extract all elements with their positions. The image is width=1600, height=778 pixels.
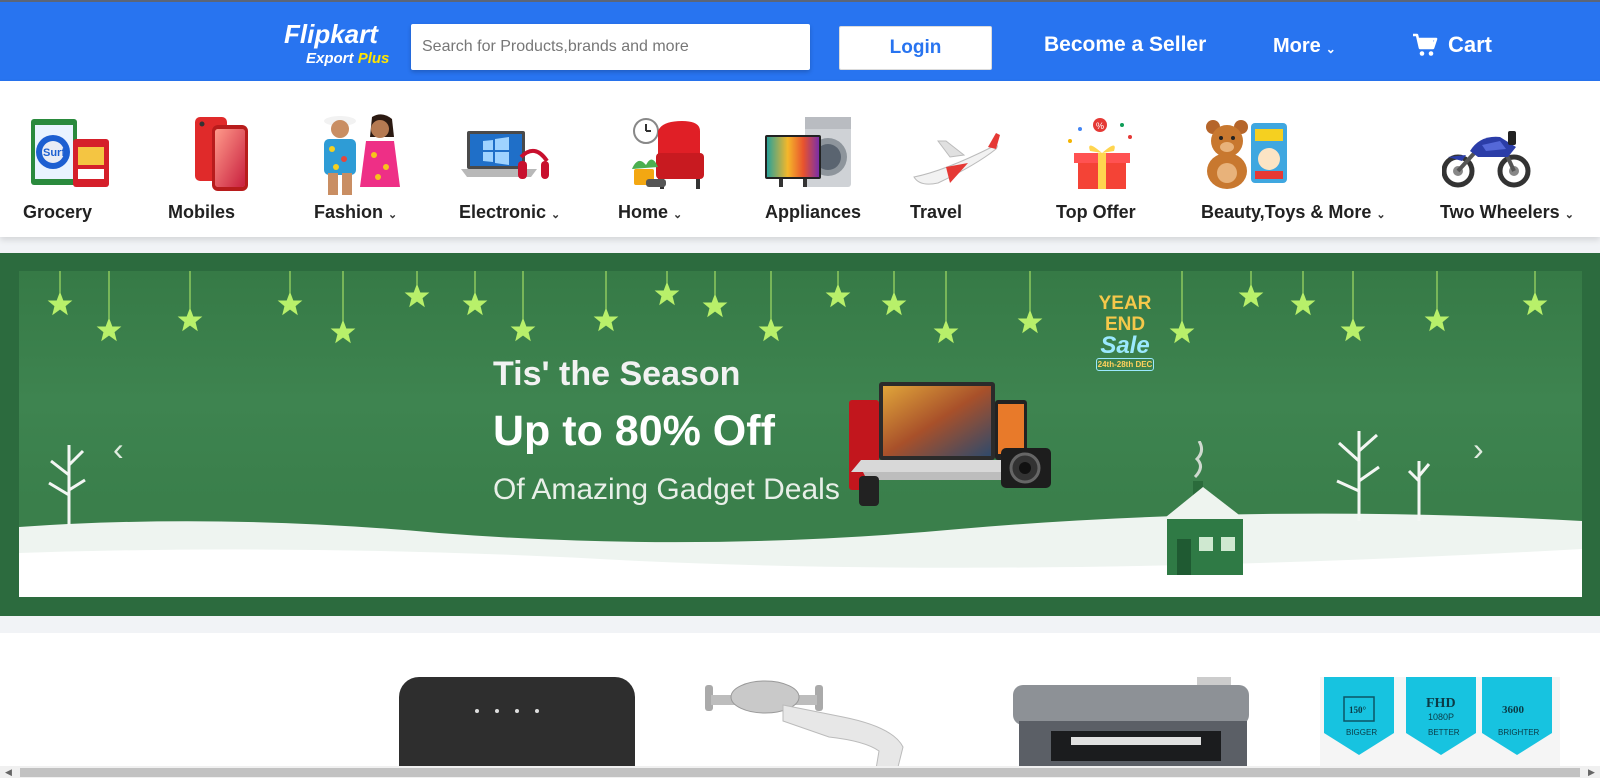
motorbike-icon [1442, 131, 1531, 188]
house-decoration [1161, 441, 1247, 575]
product-strip: 150° BIGGER FHD 1080P BETTER 3600 BRIGHT… [0, 633, 1600, 778]
scroll-right-icon[interactable]: ▶ [1588, 766, 1595, 778]
svg-text:%: % [1096, 121, 1104, 131]
gift-icon: % [1068, 118, 1132, 189]
search-input[interactable] [411, 24, 810, 70]
cart-icon [1413, 33, 1438, 56]
category-label-text: Home [618, 202, 669, 222]
login-button[interactable]: Login [839, 26, 992, 70]
airplane-icon [913, 133, 1000, 185]
badge-brighter-top: 3600 [1502, 704, 1525, 716]
category-label: Travel [910, 202, 962, 223]
banner-subtitle: Of Amazing Gadget Deals [493, 473, 840, 506]
hanging-stars-decoration [47, 271, 1548, 344]
toys-icon [1206, 120, 1287, 189]
hero-carousel: Tis' the Season Up to 80% Off Of Amazing… [0, 253, 1600, 616]
phone-gimbal-image[interactable] [703, 677, 953, 777]
category-label-text: Fashion [314, 202, 384, 222]
search-box [411, 24, 810, 70]
category-label: Grocery [23, 202, 92, 223]
logo-subtitle: Export Plus [306, 50, 389, 67]
badge-fhd-bottom: BETTER [1428, 728, 1460, 737]
category-label: Appliances [765, 202, 861, 223]
chevron-down-icon: ⌄ [1376, 209, 1386, 221]
appliances-icon [765, 117, 851, 187]
category-label: Two Wheelers ⌄ [1440, 202, 1574, 223]
badge-sale-text: Sale [1100, 332, 1150, 359]
projector-features-image[interactable]: 150° BIGGER FHD 1080P BETTER 3600 BRIGHT… [1320, 677, 1560, 777]
badge-bigger-top: 150° [1349, 705, 1367, 715]
cart-link[interactable]: Cart [1412, 32, 1492, 58]
badge-brighter-bottom: BRIGHTER [1498, 728, 1540, 737]
chevron-left-icon[interactable]: ‹ [113, 431, 124, 468]
chevron-right-icon[interactable]: › [1473, 431, 1484, 468]
category-label: Beauty,Toys & More ⌄ [1201, 202, 1386, 223]
badge-dates-text: 24th-28th DEC [1096, 358, 1154, 371]
category-label: Home ⌄ [618, 202, 682, 223]
horizontal-scrollbar[interactable]: ◀ ▶ [0, 766, 1600, 778]
gadgets-image [849, 382, 1051, 506]
home-furniture-icon [632, 118, 704, 189]
category-label-text: Travel [910, 202, 963, 222]
scrollbar-thumb[interactable] [20, 768, 1580, 777]
cart-label: Cart [1448, 32, 1493, 57]
top-navbar: Flipkart Export Plus Login Become a Sell… [0, 2, 1600, 81]
become-seller-link[interactable]: Become a Seller [1044, 33, 1206, 57]
chevron-down-icon: ⌄ [1564, 209, 1574, 221]
banner-discount: Up to 80% Off [493, 407, 775, 455]
category-label-text: Two Wheelers [1440, 202, 1560, 222]
tree-right-decoration [1336, 431, 1431, 521]
svg-text:Surf: Surf [43, 147, 65, 159]
category-label-text: Mobiles [168, 202, 236, 222]
category-label-text: Grocery [23, 202, 93, 222]
category-label: Top Offer [1056, 202, 1136, 223]
category-label: Mobiles [168, 202, 235, 223]
power-bank-image[interactable] [397, 677, 637, 777]
logo-text: Flipkart [284, 19, 378, 49]
badge-year-text: YEAR [1098, 293, 1152, 314]
scroll-left-icon[interactable]: ◀ [5, 766, 12, 778]
electronics-icon [461, 131, 549, 179]
badge-fhd-top: FHD [1426, 696, 1456, 711]
badge-fhd-mid: 1080P [1428, 712, 1454, 722]
category-label-text: Beauty,Toys & More [1201, 202, 1372, 222]
fashion-icon [324, 114, 400, 195]
badge-bigger-bottom: BIGGER [1346, 728, 1377, 737]
banner-headline: Tis' the Season [493, 355, 741, 393]
printer-image[interactable] [1011, 677, 1251, 777]
chevron-down-icon: ⌄ [1325, 42, 1336, 56]
hero-banner[interactable]: Tis' the Season Up to 80% Off Of Amazing… [19, 271, 1582, 597]
grocery-icon: Surf [31, 119, 109, 187]
category-label-text: Top Offer [1056, 202, 1136, 222]
category-strip: Surf Grocery Mobiles Fashion ⌄ Electroni… [0, 81, 1600, 237]
logo-export-text: Export [306, 50, 354, 67]
chevron-down-icon: ⌄ [551, 209, 561, 221]
category-label-text: Appliances [765, 202, 862, 222]
more-label: More [1273, 35, 1321, 57]
category-label-text: Electronic [459, 202, 547, 222]
logo-plus-text: Plus [357, 50, 390, 67]
category-label: Fashion ⌄ [314, 202, 397, 223]
more-dropdown[interactable]: More ⌄ [1273, 35, 1336, 58]
mobiles-icon [195, 117, 248, 191]
chevron-down-icon: ⌄ [388, 209, 398, 221]
category-label: Electronic ⌄ [459, 202, 560, 223]
tree-left-decoration [48, 445, 86, 525]
flipkart-logo[interactable]: Flipkart Export Plus [284, 21, 400, 69]
year-end-sale-badge: YEAR END Sale 24th-28th DEC [1092, 293, 1158, 383]
chevron-down-icon: ⌄ [673, 209, 683, 221]
